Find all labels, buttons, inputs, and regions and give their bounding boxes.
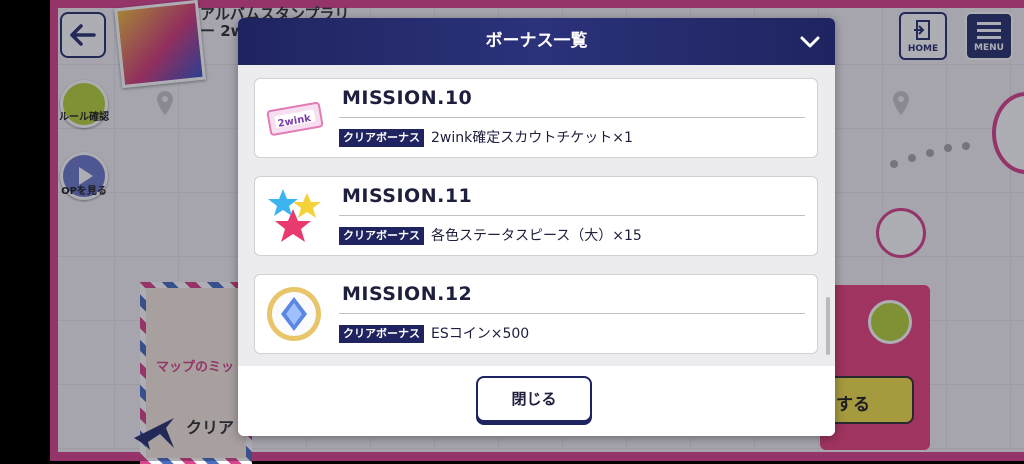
mission-list[interactable]: 2wink MISSION.10 クリアボーナス 2wink確定スカウトチケット…: [238, 65, 835, 373]
mission-reward: 2wink確定スカウトチケット×1: [431, 130, 633, 146]
clear-bonus-tag: クリアボーナス: [339, 227, 424, 245]
clear-bonus-tag: クリアボーナス: [339, 325, 424, 343]
mission-card: 2wink MISSION.10 クリアボーナス 2wink確定スカウトチケット…: [254, 78, 818, 158]
dialog-footer: 閉じる: [238, 366, 835, 436]
close-button[interactable]: 閉じる: [476, 376, 592, 422]
chevron-down-icon[interactable]: [798, 30, 822, 54]
mission-reward: ESコイン×500: [431, 326, 530, 342]
mission-title: MISSION.12: [342, 283, 473, 305]
divider: [339, 215, 805, 216]
mission-card: MISSION.12 クリアボーナス ESコイン×500: [254, 274, 818, 354]
clear-bonus-tag: クリアボーナス: [339, 129, 424, 147]
divider: [339, 117, 805, 118]
scrollbar[interactable]: [826, 297, 830, 355]
mission-card: MISSION.11 クリアボーナス 各色ステータスピース（大）×15: [254, 176, 818, 256]
mission-reward: 各色ステータスピース（大）×15: [431, 228, 642, 244]
dialog-header: ボーナス一覧: [238, 18, 835, 65]
ticket-icon: 2wink: [266, 101, 324, 136]
dialog-title: ボーナス一覧: [485, 31, 588, 51]
mission-title: MISSION.10: [342, 87, 473, 109]
star-pieces-icon: [268, 189, 321, 242]
close-label: 閉じる: [511, 390, 557, 408]
divider: [339, 313, 805, 314]
es-coin-icon: [267, 287, 321, 341]
bonus-list-dialog: ボーナス一覧 2wink MISSION.10 クリアボーナス 2wink確定ス…: [238, 18, 835, 436]
mission-title: MISSION.11: [342, 185, 473, 207]
